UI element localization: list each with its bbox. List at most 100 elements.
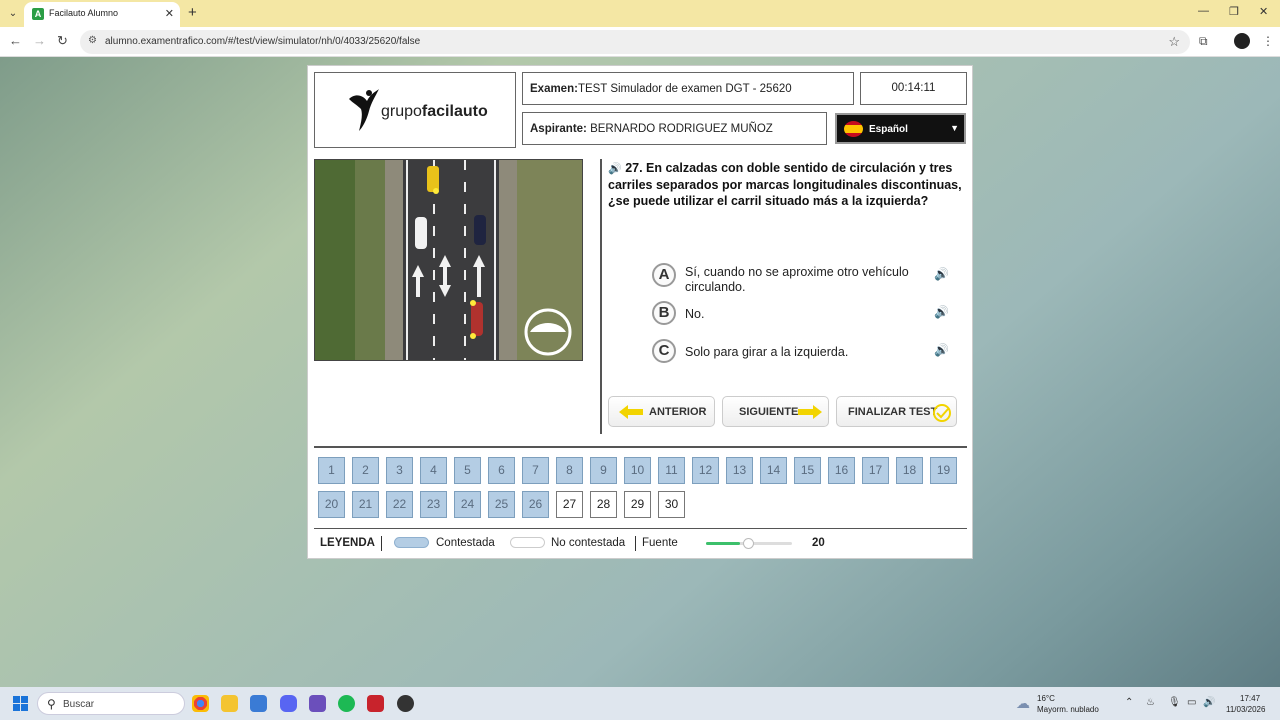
answer-speaker-icon[interactable]: 🔊: [934, 267, 949, 281]
finish-test-button[interactable]: FINALIZAR TEST: [836, 396, 957, 427]
file-explorer-icon[interactable]: [221, 695, 238, 712]
aspirante-value: BERNARDO RODRIGUEZ MUÑOZ: [590, 123, 773, 135]
weather-description: Mayorm. nublado: [1037, 705, 1099, 714]
tab-close-icon[interactable]: ✕: [165, 7, 174, 20]
question-number-19[interactable]: 19: [930, 457, 957, 484]
back-icon[interactable]: ←: [9, 33, 22, 48]
finish-label: FINALIZAR TEST: [848, 406, 938, 418]
exam-info: Examen:TEST Simulador de examen DGT - 25…: [522, 72, 854, 105]
question-number-11[interactable]: 11: [658, 457, 685, 484]
display-icon[interactable]: ▭: [1187, 697, 1196, 708]
question-image: [314, 159, 583, 361]
answer-letter[interactable]: B: [652, 301, 676, 325]
store-icon[interactable]: [250, 695, 267, 712]
logo-box: grupofacilauto: [314, 72, 516, 148]
question-number-5[interactable]: 5: [454, 457, 481, 484]
tab-search-icon[interactable]: ⌄: [4, 5, 22, 23]
discord-icon[interactable]: [280, 695, 297, 712]
steam-icon[interactable]: [397, 695, 414, 712]
question-number-24[interactable]: 24: [454, 491, 481, 518]
question-number-18[interactable]: 18: [896, 457, 923, 484]
answer-speaker-icon[interactable]: 🔊: [934, 343, 949, 357]
search-icon: ⚲: [47, 697, 56, 711]
answer-text[interactable]: Sí, cuando no se aproxime otro vehículo …: [685, 265, 935, 295]
question-number-13[interactable]: 13: [726, 457, 753, 484]
forward-icon[interactable]: →: [33, 33, 46, 48]
window-close-icon[interactable]: ✕: [1259, 5, 1268, 18]
answer-letter[interactable]: A: [652, 263, 676, 287]
question-number-21[interactable]: 21: [352, 491, 379, 518]
clock-date: 11/03/2026: [1226, 705, 1266, 714]
question-number-28[interactable]: 28: [590, 491, 617, 518]
question-number-10[interactable]: 10: [624, 457, 651, 484]
language-label: Español: [869, 124, 908, 135]
question-number-12[interactable]: 12: [692, 457, 719, 484]
search-placeholder: Buscar: [63, 699, 95, 710]
game-app-icon[interactable]: [367, 695, 384, 712]
question-number-4[interactable]: 4: [420, 457, 447, 484]
weather-cloud-icon[interactable]: ☁: [1016, 695, 1030, 712]
question-number-17[interactable]: 17: [862, 457, 889, 484]
question-number-20[interactable]: 20: [318, 491, 345, 518]
taskbar-search[interactable]: ⚲ Buscar: [37, 692, 185, 715]
question-number-25[interactable]: 25: [488, 491, 515, 518]
question-number-29[interactable]: 29: [624, 491, 651, 518]
weather-temperature: 16°C: [1037, 694, 1055, 703]
question-number-26[interactable]: 26: [522, 491, 549, 518]
question-number-1[interactable]: 1: [318, 457, 345, 484]
profile-avatar[interactable]: [1234, 33, 1250, 49]
tray-app-icon[interactable]: ♨: [1146, 697, 1155, 708]
reload-icon[interactable]: ↻: [57, 33, 68, 49]
tray-chevron-up-icon[interactable]: ⌃: [1125, 697, 1133, 708]
question-number-2[interactable]: 2: [352, 457, 379, 484]
question-number-14[interactable]: 14: [760, 457, 787, 484]
minimize-icon[interactable]: —: [1198, 5, 1209, 17]
restore-icon[interactable]: ❐: [1229, 5, 1239, 18]
facilauto-logo-icon: [349, 89, 379, 131]
spain-flag-icon: [844, 121, 863, 137]
answer-speaker-icon[interactable]: 🔊: [934, 305, 949, 319]
browser-tab[interactable]: A Facilauto Alumno ✕: [24, 2, 180, 27]
exam-timer: 00:14:11: [860, 72, 967, 105]
question-speaker-icon[interactable]: 🔊: [608, 163, 622, 175]
question-number-22[interactable]: 22: [386, 491, 413, 518]
slider-handle[interactable]: [743, 538, 754, 549]
next-button[interactable]: SIGUIENTE: [722, 396, 829, 427]
logo-text: grupofacilauto: [381, 103, 488, 120]
microphone-icon[interactable]: 🎙: [1168, 697, 1181, 708]
language-select[interactable]: Español ▼: [835, 113, 966, 144]
question-number-6[interactable]: 6: [488, 457, 515, 484]
windows-taskbar: ⚲ Buscar ☁ 16°C Mayorm. nublado ⌃ ♨ 🎙 ▭ …: [0, 687, 1280, 720]
spotify-icon[interactable]: [338, 695, 355, 712]
site-info-icon[interactable]: ⚙: [88, 35, 97, 46]
url-text[interactable]: alumno.examentrafico.com/#/test/view/sim…: [105, 36, 420, 47]
chrome-app-icon[interactable]: [192, 695, 209, 712]
address-bar[interactable]: ⚙ alumno.examentrafico.com/#/test/view/s…: [80, 30, 1190, 54]
bookmark-star-icon[interactable]: ☆: [1168, 34, 1180, 50]
previous-button[interactable]: ANTERIOR: [608, 396, 715, 427]
legend-separator: [635, 536, 636, 551]
question-number-7[interactable]: 7: [522, 457, 549, 484]
question-number-23[interactable]: 23: [420, 491, 447, 518]
question-number-30[interactable]: 30: [658, 491, 685, 518]
answer-text[interactable]: Solo para girar a la izquierda.: [685, 345, 935, 360]
menu-kebab-icon[interactable]: ⋮: [1262, 34, 1274, 48]
volume-icon[interactable]: 🔊: [1203, 697, 1215, 708]
new-tab-icon[interactable]: +: [188, 4, 197, 21]
question-number-3[interactable]: 3: [386, 457, 413, 484]
question-number-16[interactable]: 16: [828, 457, 855, 484]
clock-time: 17:47: [1240, 694, 1261, 703]
answer-letter[interactable]: C: [652, 339, 676, 363]
tab-title: Facilauto Alumno: [49, 8, 119, 18]
extensions-icon[interactable]: ⧉: [1199, 34, 1208, 49]
question-number-15[interactable]: 15: [794, 457, 821, 484]
question-number-9[interactable]: 9: [590, 457, 617, 484]
aspirante-label: Aspirante:: [530, 123, 587, 135]
answer-text[interactable]: No.: [685, 307, 935, 322]
font-size-slider[interactable]: [706, 538, 792, 549]
dev-app-icon[interactable]: [309, 695, 326, 712]
browser-tab-bar: ⌄ A Facilauto Alumno ✕ + — ❐ ✕: [0, 0, 1280, 27]
windows-start-icon[interactable]: [13, 696, 28, 711]
question-number-8[interactable]: 8: [556, 457, 583, 484]
question-number-27[interactable]: 27: [556, 491, 583, 518]
